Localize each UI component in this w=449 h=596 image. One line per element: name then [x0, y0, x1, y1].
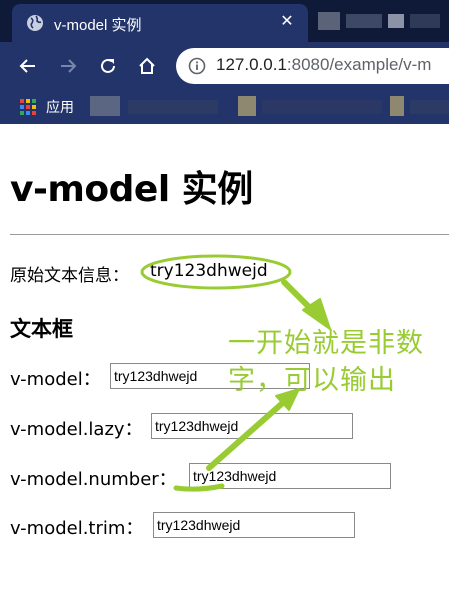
v-model-number-input[interactable]: [189, 463, 391, 489]
original-text-label: 原始文本信息：: [10, 266, 129, 286]
original-text-value: try123dhwejd: [150, 261, 268, 281]
page-title: v-model 实例: [10, 169, 253, 210]
blurred-tab-content: [410, 14, 440, 28]
browser-tab-active[interactable]: v-model 实例 ✕: [12, 4, 308, 42]
blurred-bookmark[interactable]: [90, 96, 120, 116]
url-path: :8080/example/v-m: [286, 55, 432, 74]
url-host: 127.0.0.1: [216, 55, 287, 74]
v-model-number-label: v-model.number：: [10, 469, 177, 490]
annotation-line-1: 一开始就是非数: [228, 328, 424, 359]
apps-bookmark-label[interactable]: 应用: [46, 97, 74, 117]
blurred-bookmark[interactable]: [128, 100, 218, 114]
bookmarks-bar: 应用: [0, 90, 449, 124]
url-text: 127.0.0.1:8080/example/v-m: [216, 55, 431, 75]
browser-tab-inactive[interactable]: [312, 8, 449, 38]
home-button[interactable]: [133, 52, 161, 80]
blurred-bookmark[interactable]: [410, 100, 449, 114]
blurred-tab-content: [346, 14, 382, 28]
blurred-tab-content: [318, 12, 340, 30]
apps-grid-icon[interactable]: [20, 99, 36, 115]
arrow-right-icon: [61, 59, 77, 73]
address-bar[interactable]: 127.0.0.1:8080/example/v-m: [176, 48, 449, 84]
v-model-lazy-label: v-model.lazy：: [10, 419, 143, 440]
reload-button[interactable]: [94, 52, 122, 80]
blurred-tab-content: [388, 14, 404, 28]
divider: [10, 234, 449, 235]
v-model-trim-label: v-model.trim：: [10, 518, 144, 539]
back-button[interactable]: [14, 52, 42, 80]
annotation-line-2: 字，可以输出: [228, 365, 396, 396]
blurred-bookmark[interactable]: [262, 100, 382, 114]
v-model-trim-input[interactable]: [153, 512, 355, 538]
reload-icon: [101, 58, 115, 73]
v-model-lazy-input[interactable]: [151, 413, 353, 439]
home-icon: [139, 57, 155, 74]
browser-tab-strip: v-model 实例 ✕: [0, 0, 449, 42]
info-icon[interactable]: [188, 57, 206, 75]
browser-toolbar: 127.0.0.1:8080/example/v-m: [0, 42, 449, 90]
blurred-bookmark[interactable]: [238, 96, 256, 116]
section-heading: 文本框: [10, 317, 73, 341]
globe-icon: [27, 15, 43, 31]
tab-title: v-model 实例: [54, 17, 142, 34]
close-tab-icon[interactable]: ✕: [276, 10, 298, 32]
forward-button[interactable]: [54, 52, 82, 80]
v-model-label: v-model：: [10, 369, 101, 390]
blurred-bookmark[interactable]: [390, 96, 404, 116]
arrow-left-icon: [19, 59, 35, 73]
